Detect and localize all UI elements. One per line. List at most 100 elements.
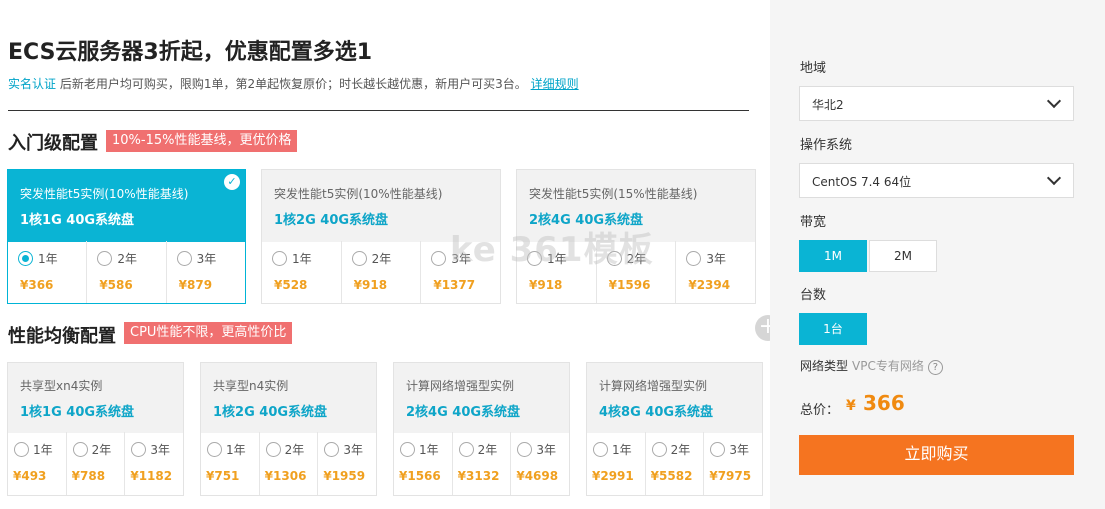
divider (8, 110, 749, 111)
plan-spec: 1核1G 40G系统盘 (20, 213, 135, 228)
year-option[interactable]: 1年 ¥1566 (394, 432, 453, 495)
radio-button[interactable] (14, 442, 29, 457)
year-option[interactable]: 2年 ¥5582 (646, 432, 705, 495)
radio-button[interactable] (176, 251, 192, 266)
year-option[interactable]: 3年 ¥1377 (421, 241, 500, 303)
plan-name: 计算网络增强型实例 (599, 379, 708, 393)
year-option[interactable]: 3年 ¥879 (167, 241, 245, 303)
region-select[interactable]: 华北2 (799, 86, 1074, 121)
year-label: 3年 (150, 443, 170, 457)
year-option[interactable]: 2年 ¥918 (342, 241, 422, 303)
year-option[interactable]: 1年 ¥366 (8, 241, 88, 303)
plan-spec: 2核4G 40G系统盘 (529, 213, 644, 228)
year-label: 3年 (196, 252, 217, 266)
year-price: ¥1566 (399, 469, 441, 483)
radio-button[interactable] (272, 251, 287, 266)
radio-button[interactable] (265, 442, 281, 457)
section-tag-entry: 10%-15%性能基线，更优价格 (106, 130, 298, 152)
rules-link[interactable]: 详细规则 (531, 77, 579, 91)
radio-button[interactable] (527, 251, 542, 266)
year-option[interactable]: 1年 ¥2991 (587, 432, 646, 495)
year-label: 3年 (729, 443, 749, 457)
network-label: 网络类型 (800, 359, 849, 373)
plan-card[interactable]: 突发性能t5实例(10%性能基线) 1核1G 40G系统盘 ✓ 1年 ¥366 … (7, 169, 246, 304)
radio-button[interactable] (324, 442, 340, 457)
plan-card-header: 共享型xn4实例 1核1G 40G系统盘 (8, 363, 183, 433)
bandwidth-option-1m[interactable]: 1M (799, 240, 867, 272)
year-price: ¥918 (529, 278, 563, 292)
year-price: ¥586 (99, 278, 133, 292)
radio-button[interactable] (606, 251, 622, 266)
year-label: 2年 (626, 252, 647, 266)
year-option[interactable]: 2年 ¥586 (87, 241, 167, 303)
plan-name: 突发性能t5实例(10%性能基线) (274, 187, 443, 201)
year-option[interactable]: 3年 ¥7975 (704, 432, 762, 495)
total-label: 总价： (800, 403, 840, 418)
radio-button[interactable] (710, 442, 726, 457)
year-price: ¥4698 (516, 469, 559, 483)
year-price: ¥3132 (457, 469, 500, 483)
year-option[interactable]: 2年 ¥3132 (453, 432, 512, 495)
plan-name: 突发性能t5实例(15%性能基线) (529, 187, 698, 201)
plan-name: 共享型xn4实例 (20, 379, 103, 393)
year-option[interactable]: 3年 ¥1959 (318, 432, 376, 495)
plan-card[interactable]: 突发性能t5实例(10%性能基线) 1核2G 40G系统盘 1年 ¥528 2年… (261, 169, 501, 304)
year-option[interactable]: 2年 ¥1306 (260, 432, 319, 495)
radio-button[interactable] (593, 442, 608, 457)
promo-subtitle: 实名认证 后新老用户均可购买，限购1单，第2单起恢复原价；时长越长越优惠，新用户… (8, 75, 579, 92)
year-label: 1年 (419, 443, 439, 457)
year-price: ¥918 (353, 278, 388, 292)
radio-button[interactable] (400, 442, 415, 457)
year-option[interactable]: 1年 ¥493 (8, 432, 67, 495)
radio-button[interactable] (651, 442, 667, 457)
bandwidth-option-2m[interactable]: 2M (869, 240, 937, 272)
year-option[interactable]: 2年 ¥1596 (597, 241, 677, 303)
plan-card[interactable]: 计算网络增强型实例 2核4G 40G系统盘 1年 ¥1566 2年 ¥3132 … (393, 362, 570, 496)
year-label: 3年 (451, 252, 471, 266)
chevron-down-icon (1046, 170, 1062, 186)
radio-button[interactable] (458, 442, 474, 457)
plan-card-header: 计算网络增强型实例 4核8G 40G系统盘 (587, 363, 762, 433)
plan-card[interactable]: 共享型xn4实例 1核1G 40G系统盘 1年 ¥493 2年 ¥788 3年 (7, 362, 184, 496)
os-select[interactable]: CentOS 7.4 64位 (799, 163, 1074, 198)
plan-card[interactable]: 突发性能t5实例(15%性能基线) 2核4G 40G系统盘 1年 ¥918 2年… (516, 169, 756, 304)
year-option[interactable]: 1年 ¥751 (201, 432, 260, 495)
plan-card[interactable]: 共享型n4实例 1核2G 40G系统盘 1年 ¥751 2年 ¥1306 3年 (200, 362, 377, 496)
year-option[interactable]: 1年 ¥528 (262, 241, 342, 303)
year-price: ¥2991 (592, 469, 634, 483)
plan-name: 突发性能t5实例(10%性能基线) (20, 187, 189, 201)
year-label: 2年 (117, 252, 137, 266)
radio-button[interactable] (97, 251, 113, 266)
promo-text: 后新老用户均可购买，限购1单，第2单起恢复原价；时长越长越优惠，新用户可买3台。 (59, 77, 527, 91)
question-icon[interactable]: ? (927, 360, 943, 375)
radio-button[interactable] (72, 442, 88, 457)
section-title-entry: 入门级配置 (8, 133, 98, 154)
verify-link[interactable]: 实名认证 (8, 77, 56, 91)
year-price: ¥1306 (264, 469, 307, 483)
radio-button[interactable] (351, 251, 367, 266)
plan-options: 1年 ¥751 2年 ¥1306 3年 ¥1959 (201, 432, 376, 495)
radio-button[interactable] (686, 251, 702, 266)
year-option[interactable]: 3年 ¥4698 (511, 432, 569, 495)
count-option[interactable]: 1台 (799, 313, 867, 345)
product-list: ECS云服务器3折起，优惠配置多选1 实名认证 后新老用户均可购买，限购1单，第… (0, 0, 770, 509)
year-label: 1年 (226, 443, 246, 457)
plan-card-header: 突发性能t5实例(10%性能基线) 1核2G 40G系统盘 (262, 170, 500, 242)
plan-card[interactable]: 计算网络增强型实例 4核8G 40G系统盘 1年 ¥2991 2年 ¥5582 … (586, 362, 763, 496)
year-option[interactable]: 3年 ¥2394 (676, 241, 755, 303)
year-label: 2年 (477, 443, 498, 457)
year-price: ¥1377 (433, 278, 476, 292)
year-option[interactable]: 2年 ¥788 (67, 432, 126, 495)
radio-button[interactable] (517, 442, 533, 457)
buy-now-button[interactable]: 立即购买 (799, 435, 1074, 475)
year-price: ¥493 (13, 469, 47, 483)
year-option[interactable]: 1年 ¥918 (517, 241, 597, 303)
plan-spec: 4核8G 40G系统盘 (599, 405, 714, 420)
radio-button[interactable] (18, 251, 33, 266)
year-label: 3年 (706, 252, 726, 266)
radio-button[interactable] (431, 251, 447, 266)
count-label: 台数 (800, 288, 827, 303)
year-option[interactable]: 3年 ¥1182 (125, 432, 183, 495)
radio-button[interactable] (207, 442, 222, 457)
radio-button[interactable] (131, 442, 147, 457)
